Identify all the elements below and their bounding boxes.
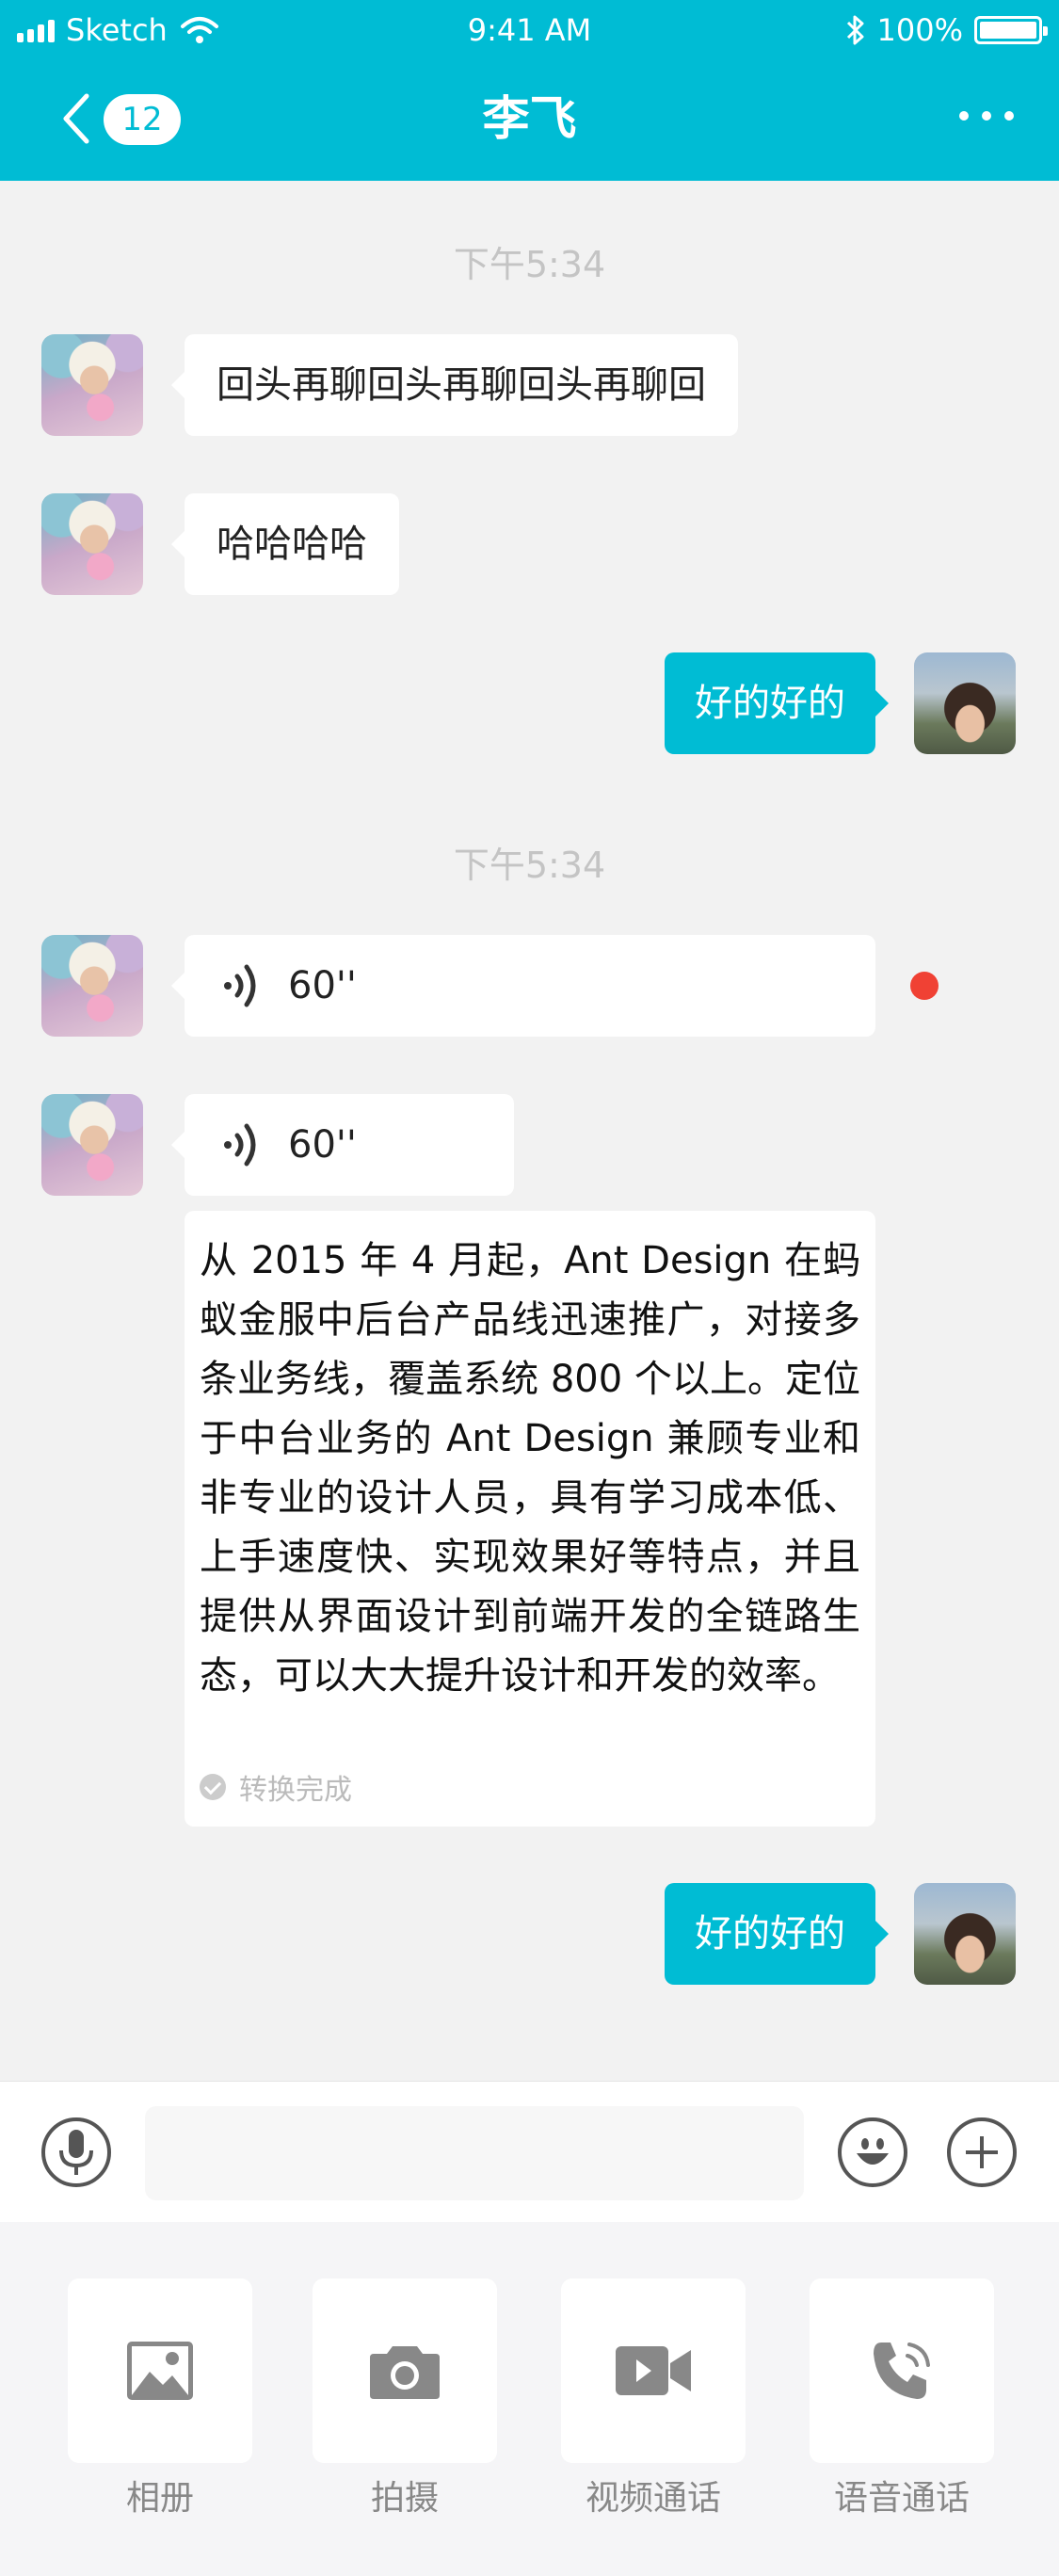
status-right: 100% [845,0,1048,60]
microphone-icon [59,2130,93,2175]
bluetooth-icon [846,15,864,45]
contact-avatar[interactable] [41,935,143,1037]
input-bar [0,2081,1059,2222]
emoji-icon [857,2138,889,2165]
tool-label: 视频通话 [585,2479,721,2518]
message-bubble-sent[interactable]: 好的好的 [665,1883,889,1985]
tool-label: 语音通话 [833,2479,970,2518]
image-icon [127,2342,193,2400]
camera-icon [370,2346,440,2399]
video-icon [616,2346,691,2395]
tool-album-tile[interactable] [68,2278,252,2463]
message-bubble-received[interactable]: 哈哈哈哈 [171,493,399,595]
message-bubble-received[interactable]: 回头再聊回头再聊回头再聊回 [171,334,738,436]
tool-voice-call-tile[interactable] [810,2278,994,2463]
voice-transcript[interactable]: 从 2015 年 4 月起，Ant Design 在蚂蚁金服中后台产品线迅速推广… [185,1211,875,1827]
page-title: 李飞 [482,91,577,146]
battery-icon [974,16,1048,44]
tool-label: 拍摄 [370,2479,439,2518]
user-avatar[interactable] [914,652,1016,754]
voice-duration: 60'' [288,964,357,1007]
message-input[interactable] [145,2106,804,2200]
more-actions-button[interactable] [947,2117,1017,2187]
tool-label: 相册 [125,2479,194,2518]
transcript-text: 从 2015 年 4 月起，Ant Design 在蚂蚁金服中后台产品线迅速推广… [200,1239,860,1698]
message-timestamp: 下午5:34 [453,244,606,285]
user-avatar[interactable] [914,1883,1016,1985]
transcript-status: 转换完成 [200,1766,352,1808]
tool-camera-tile[interactable] [313,2278,497,2463]
message-timestamp: 下午5:34 [453,845,606,886]
voice-duration: 60'' [288,1123,357,1167]
tool-voice-call[interactable]: 语音通话 [810,2278,994,2533]
tool-video-call[interactable]: 视频通话 [561,2278,746,2533]
tools-panel: 相册 拍摄 视频通话 语音通话 [0,2222,1059,2576]
voice-message-bubble[interactable]: 60'' [171,935,875,1037]
more-menu-icon[interactable] [959,111,1014,121]
voice-message-bubble[interactable]: 60'' [171,1094,514,1196]
tool-video-call-tile[interactable] [561,2278,746,2463]
status-bar: Sketch 9:41 AM 100% [0,0,1059,60]
unread-dot [910,972,939,1000]
emoji-button[interactable] [838,2117,907,2187]
tool-camera[interactable]: 拍摄 [313,2278,497,2533]
contact-avatar[interactable] [41,334,143,436]
voice-wave-icon [224,964,256,1007]
message-bubble-sent[interactable]: 好的好的 [665,652,889,754]
check-circle-icon [200,1774,226,1800]
contact-avatar[interactable] [41,1094,143,1196]
tool-album[interactable]: 相册 [68,2278,252,2533]
top-header: Sketch 9:41 AM 100% 12 李飞 [0,0,1059,181]
contact-avatar[interactable] [41,493,143,595]
voice-wave-icon [224,1123,256,1167]
plus-icon [966,2136,998,2168]
battery-percent: 100% [876,12,963,48]
transcript-status-label: 转换完成 [239,1774,352,1807]
phone-icon [874,2343,930,2399]
voice-input-button[interactable] [41,2117,111,2187]
